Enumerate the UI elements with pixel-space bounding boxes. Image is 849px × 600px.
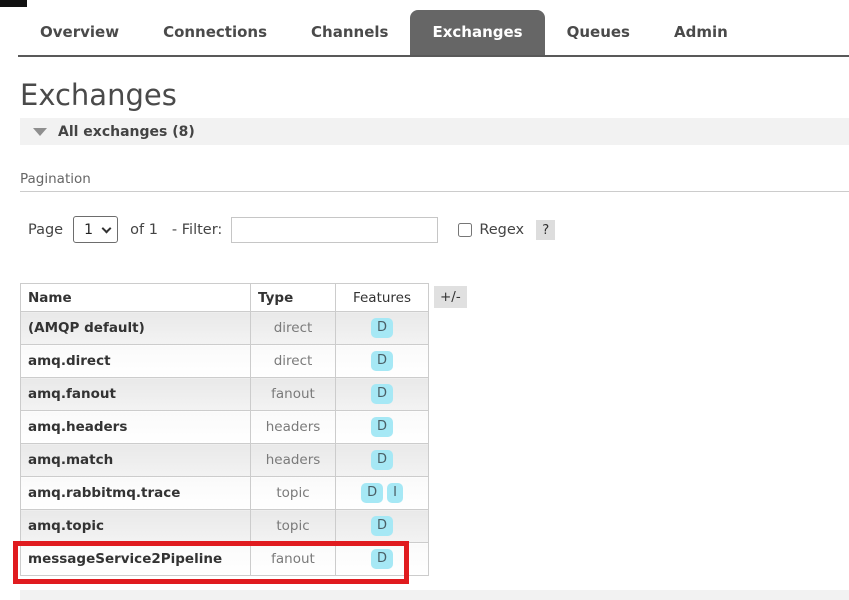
- column-header-name[interactable]: Name: [20, 283, 251, 312]
- all-exchanges-label: All exchanges (8): [58, 123, 195, 140]
- column-header-type[interactable]: Type: [250, 283, 336, 312]
- all-exchanges-section-toggle[interactable]: All exchanges (8): [20, 118, 849, 145]
- exchange-features: D: [335, 410, 429, 444]
- table-row[interactable]: amq.topic topic D: [20, 509, 429, 543]
- feature-badge-d: D: [370, 318, 393, 338]
- page-title: Exchanges: [20, 78, 177, 112]
- tab-queues[interactable]: Queues: [545, 10, 652, 55]
- pagination-heading: Pagination: [20, 171, 91, 187]
- tab-overview[interactable]: Overview: [18, 10, 141, 55]
- pagination-controls: Page 1 of 1 - Filter: Regex ?: [28, 216, 849, 243]
- exchange-features: DI: [335, 476, 429, 510]
- collapse-triangle-icon: [33, 127, 47, 136]
- table-row-highlighted[interactable]: messageService2Pipeline fanout D: [20, 542, 429, 576]
- pagination-divider: [20, 191, 849, 192]
- exchange-type: fanout: [250, 542, 336, 576]
- table-row[interactable]: amq.rabbitmq.trace topic D I: [20, 476, 429, 510]
- exchange-type: direct: [250, 311, 336, 345]
- exchange-name[interactable]: messageService2Pipeline: [20, 542, 251, 576]
- filter-input[interactable]: [231, 216, 439, 243]
- feature-badge-d: D: [370, 351, 393, 371]
- exchange-features: D: [335, 542, 429, 576]
- page-label: Page: [28, 221, 64, 238]
- exchanges-table-area: Name Type Features (AMQP default) direct D…: [20, 283, 500, 576]
- tab-admin[interactable]: Admin: [652, 10, 750, 55]
- collapsed-section-bar[interactable]: [20, 590, 849, 600]
- exchange-type: topic: [250, 476, 336, 510]
- table-row[interactable]: (AMQP default) direct D: [20, 311, 429, 345]
- feature-badge-d: D: [361, 483, 384, 503]
- exchange-name[interactable]: amq.match: [20, 443, 251, 477]
- tab-channels[interactable]: Channels: [289, 10, 410, 55]
- exchange-name[interactable]: amq.direct: [20, 344, 251, 378]
- table-header-row: Name Type Features: [20, 283, 429, 312]
- exchange-features: D: [335, 311, 429, 345]
- main-nav: Overview Connections Channels Exchanges Queu…: [18, 0, 849, 57]
- exchange-name[interactable]: amq.rabbitmq.trace: [20, 476, 251, 510]
- feature-badge-d: D: [370, 516, 393, 536]
- corner-mark: [0, 0, 27, 7]
- exchange-features: D: [335, 509, 429, 543]
- tab-list: Overview Connections Channels Exchanges Queu…: [18, 10, 750, 55]
- filter-label: - Filter:: [171, 221, 223, 238]
- table-row[interactable]: amq.direct direct D: [20, 344, 429, 378]
- page-count-label: of 1: [130, 221, 158, 238]
- exchange-name[interactable]: amq.topic: [20, 509, 251, 543]
- exchange-name[interactable]: amq.headers: [20, 410, 251, 444]
- tab-connections[interactable]: Connections: [141, 10, 289, 55]
- exchange-type: headers: [250, 410, 336, 444]
- exchange-features: D: [335, 443, 429, 477]
- feature-badge-d: D: [370, 549, 393, 569]
- exchange-features: D: [335, 344, 429, 378]
- page-select-wrap: 1: [73, 216, 119, 243]
- tab-exchanges[interactable]: Exchanges: [410, 10, 545, 55]
- table-row[interactable]: amq.headers headers D: [20, 410, 429, 444]
- exchange-features: D: [335, 377, 429, 411]
- help-button[interactable]: ?: [536, 219, 556, 240]
- exchange-name[interactable]: (AMQP default): [20, 311, 251, 345]
- feature-badge-d: D: [370, 384, 393, 404]
- column-header-features: Features: [335, 283, 429, 312]
- feature-badge-d: D: [370, 450, 393, 470]
- exchange-type: headers: [250, 443, 336, 477]
- column-toggle-button[interactable]: +/-: [434, 286, 467, 308]
- regex-label: Regex: [479, 221, 525, 238]
- table-row[interactable]: amq.fanout fanout D: [20, 377, 429, 411]
- exchanges-table: Name Type Features (AMQP default) direct D…: [20, 283, 429, 576]
- feature-badge-d: D: [370, 417, 393, 437]
- table-row[interactable]: amq.match headers D: [20, 443, 429, 477]
- exchange-type: fanout: [250, 377, 336, 411]
- exchange-type: direct: [250, 344, 336, 378]
- regex-checkbox[interactable]: [458, 222, 473, 237]
- page-select[interactable]: 1: [73, 216, 119, 243]
- exchange-name[interactable]: amq.fanout: [20, 377, 251, 411]
- exchange-type: topic: [250, 509, 336, 543]
- feature-badge-i: I: [387, 483, 403, 503]
